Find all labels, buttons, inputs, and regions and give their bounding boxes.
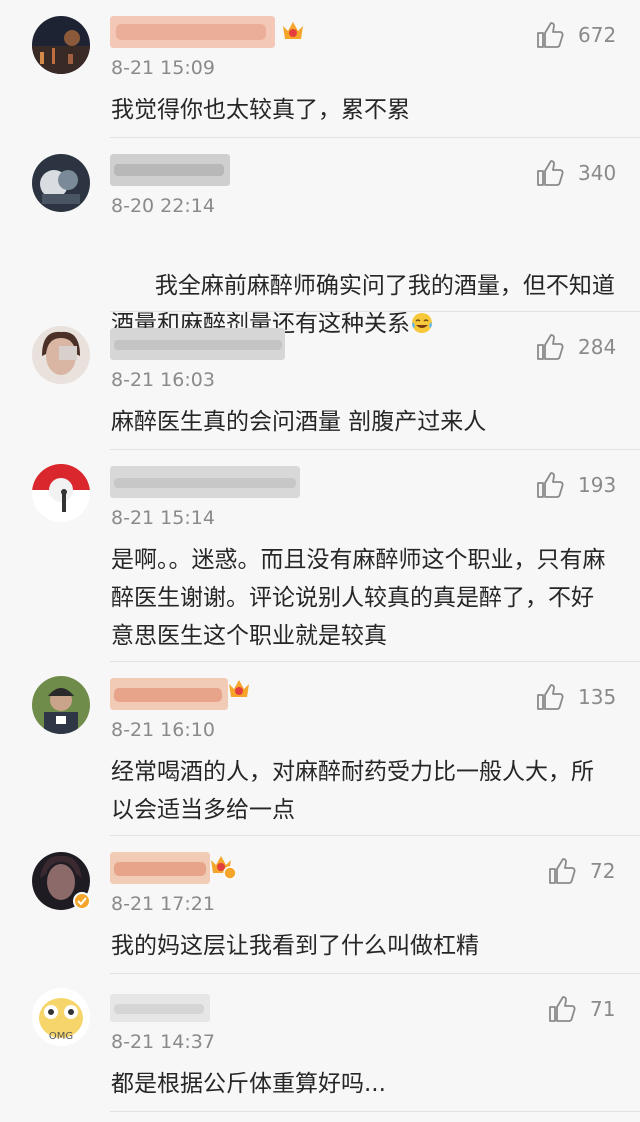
like-button[interactable]: 72 (548, 856, 615, 886)
comment-time: 8-21 14:37 (111, 1031, 215, 1053)
thumbs-up-icon (537, 334, 564, 360)
comment-item: 8-20 22:14 340 我全麻前麻醉师确实问了我的酒量，但不知道酒量和麻醉… (0, 138, 640, 337)
comment-text: 都是根据公斤体重算好吗... (111, 1071, 386, 1097)
blurred-username (110, 678, 228, 710)
night-city-avatar-icon (32, 16, 90, 74)
like-count: 340 (578, 161, 617, 185)
avatar[interactable] (32, 676, 90, 734)
like-count: 72 (590, 859, 616, 883)
crown-badge-icon (283, 22, 303, 39)
blurred-username (110, 852, 210, 884)
crown-level-badge-icon (211, 856, 236, 880)
like-count: 71 (590, 997, 616, 1021)
like-button[interactable]: 340 (536, 158, 616, 188)
comment-text: 是啊。。迷惑。而且没有麻醉师这个职业，只有麻醉医生谢谢。评论说别人较真的真是醉了… (111, 547, 606, 649)
like-button[interactable]: 135 (536, 682, 616, 712)
avatar[interactable] (32, 16, 90, 74)
outdoor-person-avatar-icon (32, 676, 90, 734)
comment-text: 麻醉医生真的会问酒量 剖腹产过来人 (111, 409, 487, 435)
comment-time: 8-21 17:21 (111, 893, 215, 915)
blurred-username (110, 16, 275, 48)
avatar[interactable] (32, 154, 90, 212)
thumbs-up-icon (537, 472, 564, 498)
omg-cartoon-avatar-icon: OMG (32, 988, 90, 1046)
comment-time: 8-21 15:14 (111, 507, 215, 529)
like-count: 284 (578, 335, 617, 359)
comment-text: 我觉得你也太较真了，累不累 (111, 97, 410, 123)
thumbs-up-icon (537, 684, 564, 710)
red-sun-avatar-icon (32, 464, 90, 522)
thumbs-up-icon (549, 858, 576, 884)
comment-time: 8-21 16:10 (111, 719, 215, 741)
comment-time: 8-20 22:14 (111, 195, 215, 217)
dark-art-avatar-icon (32, 154, 90, 212)
avatar[interactable] (32, 326, 90, 384)
like-count: 672 (578, 23, 617, 47)
comment-item: OMG 8-21 14:37 71 都是根据公斤体重算好吗... (0, 974, 640, 1112)
blurred-username (110, 994, 210, 1022)
like-button[interactable]: 193 (536, 470, 616, 500)
thumbs-up-icon (549, 996, 576, 1022)
comment-text: 经常喝酒的人，对麻醉耐药受力比一般人大，所以会适当多给一点 (111, 759, 594, 823)
dark-portrait-avatar-icon (32, 852, 90, 910)
comment-text: 我的妈这层让我看到了什么叫做杠精 (111, 933, 479, 959)
comment-item: 8-21 16:10 135 经常喝酒的人，对麻醉耐药受力比一般人大，所以会适当… (0, 662, 640, 836)
thumbs-up-icon (537, 160, 564, 186)
like-count: 193 (578, 473, 617, 497)
blurred-username (110, 328, 285, 360)
comment-item: 8-21 17:21 72 我的妈这层让我看到了什么叫做杠精 (0, 836, 640, 974)
comment-item: 8-21 15:09 672 我觉得你也太较真了，累不累 (0, 0, 640, 138)
svg-text:OMG: OMG (49, 1031, 73, 1042)
blurred-username (110, 154, 230, 186)
avatar[interactable]: OMG (32, 988, 90, 1046)
like-button[interactable]: 672 (536, 20, 616, 50)
blurred-username (110, 466, 300, 498)
comment-feed: 8-21 15:09 672 我觉得你也太较真了，累不累 8-20 22:14 (0, 0, 640, 1122)
girl-photo-avatar-icon (32, 326, 90, 384)
avatar[interactable] (32, 464, 90, 522)
like-count: 135 (578, 685, 617, 709)
comment-time: 8-21 15:09 (111, 57, 215, 79)
divider (110, 1111, 640, 1112)
comment-item: 8-21 16:03 284 麻醉医生真的会问酒量 剖腹产过来人 (0, 312, 640, 450)
thumbs-up-icon (537, 22, 564, 48)
avatar[interactable] (32, 852, 90, 910)
like-button[interactable]: 71 (548, 994, 615, 1024)
comment-time: 8-21 16:03 (111, 369, 215, 391)
crown-badge-icon (229, 680, 249, 697)
comment-item: 8-21 15:14 193 是啊。。迷惑。而且没有麻醉师这个职业，只有麻醉医生… (0, 450, 640, 662)
like-button[interactable]: 284 (536, 332, 616, 362)
